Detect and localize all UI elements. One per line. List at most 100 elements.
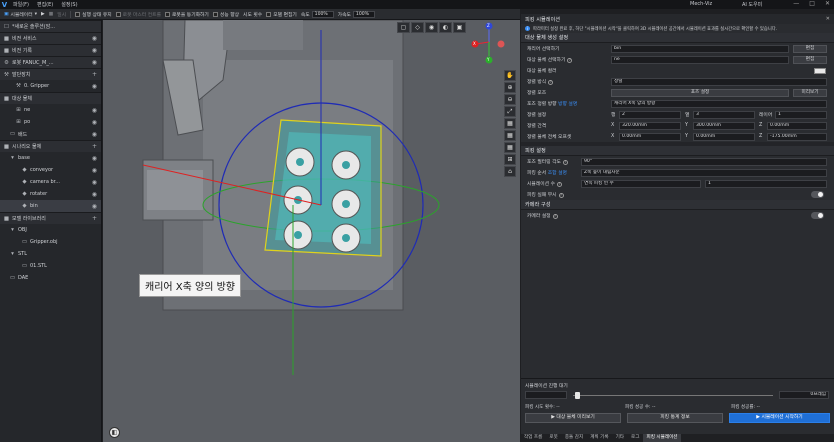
target-preview-button[interactable]: ▶ 대상 물체 미리보기 (525, 413, 621, 423)
maximize-icon[interactable]: □ (809, 0, 815, 7)
camera-toggle[interactable] (811, 212, 824, 219)
help-icon[interactable]: ? (552, 214, 558, 219)
play-button[interactable]: ▶ (41, 12, 45, 17)
pose-preview-button[interactable]: 미리보기 (793, 88, 827, 97)
tree-item[interactable]: ■ 모델 라이브러리 + (0, 212, 101, 224)
help-icon[interactable]: ? (548, 80, 554, 85)
pose-direction-select[interactable]: 캐리어 X축 양의 방향 (611, 99, 827, 108)
pick-order-select[interactable]: Z축 높이 내림차순 (581, 168, 827, 177)
tree-item[interactable]: ◆ rotater ◉ (0, 188, 101, 200)
3d-viewport[interactable]: Z X Y ▢ ◇ ◉ ◐ ▣ ✋ ⊕ ⊖ ⤢ ▦ ▦ ▦ ⊞ ⌂ 캐리어 X축… (103, 20, 520, 442)
carrier-edit-button[interactable]: 편집 (793, 44, 827, 53)
col-count-input[interactable]: 3 (693, 110, 755, 119)
fit-view-icon[interactable]: ⤢ (504, 106, 516, 117)
spacing-x-input[interactable]: 320.00mm (619, 121, 681, 130)
visibility-eye-icon[interactable]: ◉ (92, 47, 97, 54)
pick-stats-button[interactable]: 피킹 통계 정보 (627, 413, 723, 423)
sim-count-input[interactable]: 1 (705, 179, 827, 188)
sim-count-mode-select[interactable]: 연속 피킹 빈 수 (581, 179, 701, 188)
pick-order-help-link[interactable]: 조합 설명 (548, 171, 567, 176)
zoom-in-icon[interactable]: ⊕ (504, 82, 516, 93)
tab-robot[interactable]: 로봇 (546, 434, 560, 442)
tab-log[interactable]: 로그 (628, 434, 642, 442)
carrier-select[interactable]: bin (611, 44, 789, 53)
view-shade-icon[interactable]: ◐ (439, 22, 452, 33)
robot-master-toggle[interactable]: 로봇 마스터 컨트롤 (115, 11, 161, 18)
pan-icon[interactable]: ✋ (504, 70, 516, 81)
tab-other[interactable]: 기타 (613, 434, 627, 442)
stop-button[interactable]: ■ (49, 12, 54, 17)
checkbox[interactable] (165, 11, 171, 17)
tab-collision[interactable]: 충돌 감지 (562, 434, 586, 442)
robot-sync-toggle[interactable]: 로봇을 동기화하기 (165, 11, 209, 18)
tree-item[interactable]: ◆ conveyor ◉ (0, 164, 101, 176)
visibility-eye-icon[interactable]: ◉ (92, 35, 97, 42)
progress-slider[interactable] (573, 395, 773, 396)
viewport-mode-icon[interactable]: ◧ (109, 427, 120, 438)
visibility-eye-icon[interactable]: ◉ (92, 167, 97, 174)
checkbox[interactable] (212, 11, 218, 17)
checkbox[interactable] (75, 11, 81, 17)
place-mode-select[interactable]: 정렬 (611, 77, 827, 86)
add-icon[interactable]: + (92, 143, 97, 150)
tree-item[interactable]: ▭ DAE (0, 272, 101, 284)
pick-fail-toggle[interactable] (811, 191, 824, 198)
help-icon[interactable]: ? (567, 58, 573, 63)
pose-direction-help-link[interactable]: 방향 설명 (558, 102, 577, 107)
tree-item[interactable]: ■ 비전 서비스 ◉ (0, 32, 101, 44)
accel-input[interactable]: 100% (352, 10, 375, 18)
pause-button[interactable]: 일시 (57, 11, 66, 18)
performance-toggle[interactable]: 성능 향상 (212, 11, 239, 18)
visibility-eye-icon[interactable]: ◉ (92, 83, 97, 90)
tree-item[interactable]: ☐ *새로운 솔루션(암... (0, 20, 101, 32)
add-icon[interactable]: + (92, 71, 97, 78)
tree-item[interactable]: ⊞ ne ◉ (0, 104, 101, 116)
menu-edit[interactable]: 편집(E) (37, 1, 53, 8)
close-icon[interactable]: ✕ (826, 16, 830, 22)
try-count-button[interactable]: 시도 횟수 (243, 11, 262, 18)
tree-item[interactable]: ◆ camera br... ◉ (0, 176, 101, 188)
tree-item[interactable]: ■ 대상 물체 (0, 92, 101, 104)
tree-item[interactable]: ◆ bin ◉ (0, 200, 101, 212)
checkbox[interactable] (115, 11, 121, 17)
visibility-eye-icon[interactable]: ◉ (92, 179, 97, 186)
color-swatch[interactable] (814, 67, 826, 74)
view-frame-icon[interactable]: ▣ (453, 22, 466, 33)
tree-item[interactable]: ▾ STL (0, 248, 101, 260)
tree-item[interactable]: ⊞ po ◉ (0, 116, 101, 128)
target-select[interactable]: ne (611, 55, 789, 64)
help-icon[interactable]: ? (557, 182, 563, 187)
visibility-eye-icon[interactable]: ◉ (92, 119, 97, 126)
tree-item[interactable]: ⚒ 0. Gripper ◉ (0, 80, 101, 92)
keep-running-toggle[interactable]: 실행 상태 유지 (75, 11, 112, 18)
gizmo-neg-x-icon[interactable] (497, 40, 505, 48)
side-view-icon[interactable]: ▦ (504, 142, 516, 153)
offset-y-input[interactable]: 0.00mm (693, 132, 755, 141)
tree-item[interactable]: ▭ 배드 ◉ (0, 128, 101, 140)
menu-settings[interactable]: 설정(S) (61, 1, 77, 8)
spacing-y-input[interactable]: 300.00mm (693, 121, 755, 130)
tree-item[interactable]: ▾ base ◉ (0, 152, 101, 164)
tree-item[interactable]: ▾ OBJ (0, 224, 101, 236)
view-wire-icon[interactable]: ◇ (411, 22, 424, 33)
visibility-eye-icon[interactable]: ◉ (92, 131, 97, 138)
visibility-eye-icon[interactable]: ◉ (92, 155, 97, 162)
row-count-input[interactable]: 2 (619, 110, 681, 119)
sim-progress-select[interactable] (525, 391, 567, 399)
tree-item[interactable]: ■ 시나리오 물체 + (0, 140, 101, 152)
target-edit-button[interactable]: 편집 (793, 55, 827, 64)
visibility-eye-icon[interactable]: ◉ (92, 59, 97, 66)
offset-x-input[interactable]: 0.00mm (619, 132, 681, 141)
grid-icon[interactable]: ⊞ (504, 154, 516, 165)
layer-count-input[interactable]: 1 (775, 110, 827, 119)
help-icon[interactable]: ? (562, 160, 568, 165)
pose-filter-input[interactable]: 90° (581, 157, 827, 166)
tree-item[interactable]: ▭ 01.STL (0, 260, 101, 272)
visibility-eye-icon[interactable]: ◉ (92, 191, 97, 198)
model-editor-toggle[interactable]: 모델 편집기 (266, 11, 297, 18)
help-icon[interactable]: ? (558, 193, 564, 198)
tree-item[interactable]: ■ 비전 기록 ◉ (0, 44, 101, 56)
tree-item[interactable]: ▭ Gripper.obj (0, 236, 101, 248)
visibility-eye-icon[interactable]: ◉ (92, 203, 97, 210)
speed-input[interactable]: 100% (311, 10, 334, 18)
